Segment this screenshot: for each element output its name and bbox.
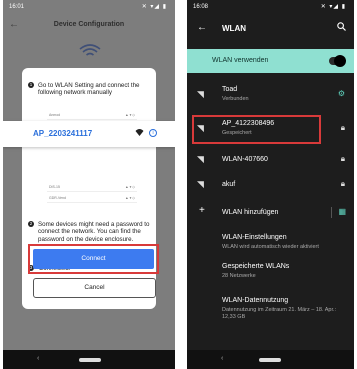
app-bar: ← Device Configuration bbox=[3, 14, 175, 38]
network-name: WLAN-407660 bbox=[222, 156, 268, 163]
nav-home-pill[interactable] bbox=[79, 358, 101, 362]
lock-icon: 🔒︎ bbox=[340, 123, 345, 132]
status-time: 16:01 bbox=[9, 4, 25, 10]
status-bar: 16:01 ✕ ▾◢ ▮ bbox=[3, 0, 175, 14]
page-title: Device Configuration bbox=[53, 21, 125, 28]
settings-subtitle: WLAN wird automatisch wieder aktiviert bbox=[222, 244, 319, 250]
settings-title: WLAN-Einstellungen bbox=[222, 234, 287, 241]
lock-icon: 🔒︎ bbox=[340, 154, 345, 163]
list-item: GDR-Vend ▲ ▾ ◇ bbox=[47, 193, 137, 203]
network-item-akuf[interactable]: ◥ akuf 🔒︎ bbox=[187, 170, 354, 200]
settings-subtitle: 28 Netzwerke bbox=[222, 273, 256, 279]
network-name: AP_2203241117 bbox=[33, 129, 93, 138]
network-status: Verbunden bbox=[222, 96, 249, 102]
info-icon[interactable]: i bbox=[149, 129, 157, 137]
lock-icon: 🔒︎ bbox=[340, 179, 345, 188]
gear-icon[interactable]: ⚙ bbox=[338, 89, 345, 98]
step-2: 2 Some devices might need a password to … bbox=[28, 221, 149, 243]
plus-icon: + bbox=[199, 205, 205, 216]
status-bar: 16:08 ✕ ▾◢ ▮ bbox=[187, 0, 354, 14]
step-number: 1 bbox=[28, 82, 34, 88]
back-arrow-icon[interactable]: ← bbox=[197, 22, 207, 33]
wlan-toggle-row[interactable]: WLAN verwenden bbox=[187, 49, 354, 73]
step-text: Go to WLAN Setting and connect the follo… bbox=[38, 82, 140, 97]
app-bar: ← WLAN bbox=[187, 14, 354, 42]
page-title: WLAN bbox=[222, 24, 246, 33]
divider bbox=[331, 207, 332, 218]
wlan-toggle-switch[interactable] bbox=[334, 55, 346, 67]
status-icons: ✕ ▾◢ ▮ bbox=[141, 4, 167, 10]
toggle-label: WLAN verwenden bbox=[212, 57, 269, 64]
settings-title: Gespeicherte WLANs bbox=[222, 263, 290, 270]
status-time: 16:08 bbox=[193, 4, 209, 10]
cancel-button[interactable]: Cancel bbox=[33, 278, 156, 298]
wifi-signal-icon: ◥ bbox=[197, 89, 204, 99]
list-item: DIS-15 ▲ ▾ ◇ bbox=[47, 182, 137, 192]
nav-back-icon[interactable]: ‹ bbox=[221, 355, 223, 362]
highlighted-network: AP_2203241117 i bbox=[3, 121, 175, 147]
add-network-label: WLAN hinzufügen bbox=[222, 209, 279, 216]
network-highlight bbox=[192, 115, 321, 144]
search-icon[interactable] bbox=[337, 22, 346, 33]
settings-subtitle: Datennutzung im Zeitraum 21. März – 18. … bbox=[222, 307, 337, 320]
right-phone-screen: 16:08 ✕ ▾◢ ▮ ← WLAN WLAN verwenden ◥ Toa… bbox=[187, 0, 354, 369]
wifi-signal-icon bbox=[135, 128, 144, 138]
nav-home-pill[interactable] bbox=[259, 358, 281, 362]
wifi-signal-icon: ◥ bbox=[197, 154, 204, 164]
status-icons: ✕ ▾◢ ▮ bbox=[320, 4, 346, 10]
left-phone-screen: 16:01 ✕ ▾◢ ▮ ← Device Configuration 1 Go… bbox=[3, 0, 175, 369]
connect-highlight: Connect bbox=[28, 244, 159, 274]
qr-code-icon[interactable]: ▦ bbox=[338, 207, 346, 216]
nav-back-icon[interactable]: ‹ bbox=[37, 355, 39, 362]
settings-title: WLAN-Datennutzung bbox=[222, 297, 289, 304]
connect-button[interactable]: Connect bbox=[33, 249, 154, 269]
step-1: 1 Go to WLAN Setting and connect the fol… bbox=[28, 82, 139, 96]
add-network-row[interactable]: + WLAN hinzufügen ▦ bbox=[187, 201, 354, 223]
step-text: Some devices might need a password to co… bbox=[38, 221, 150, 243]
navigation-bar: ‹ bbox=[3, 350, 175, 369]
network-name: Toad bbox=[222, 86, 238, 93]
network-name: akuf bbox=[222, 181, 236, 188]
list-item: Anmod ▲ ▾ ◇ bbox=[47, 110, 137, 120]
wifi-icon bbox=[79, 44, 101, 65]
wifi-signal-icon: ◥ bbox=[197, 179, 204, 189]
navigation-bar: ‹ bbox=[187, 350, 354, 369]
step-number: 2 bbox=[28, 221, 34, 227]
network-item-toad[interactable]: ◥ Toad Verbunden ⚙ bbox=[187, 80, 354, 110]
